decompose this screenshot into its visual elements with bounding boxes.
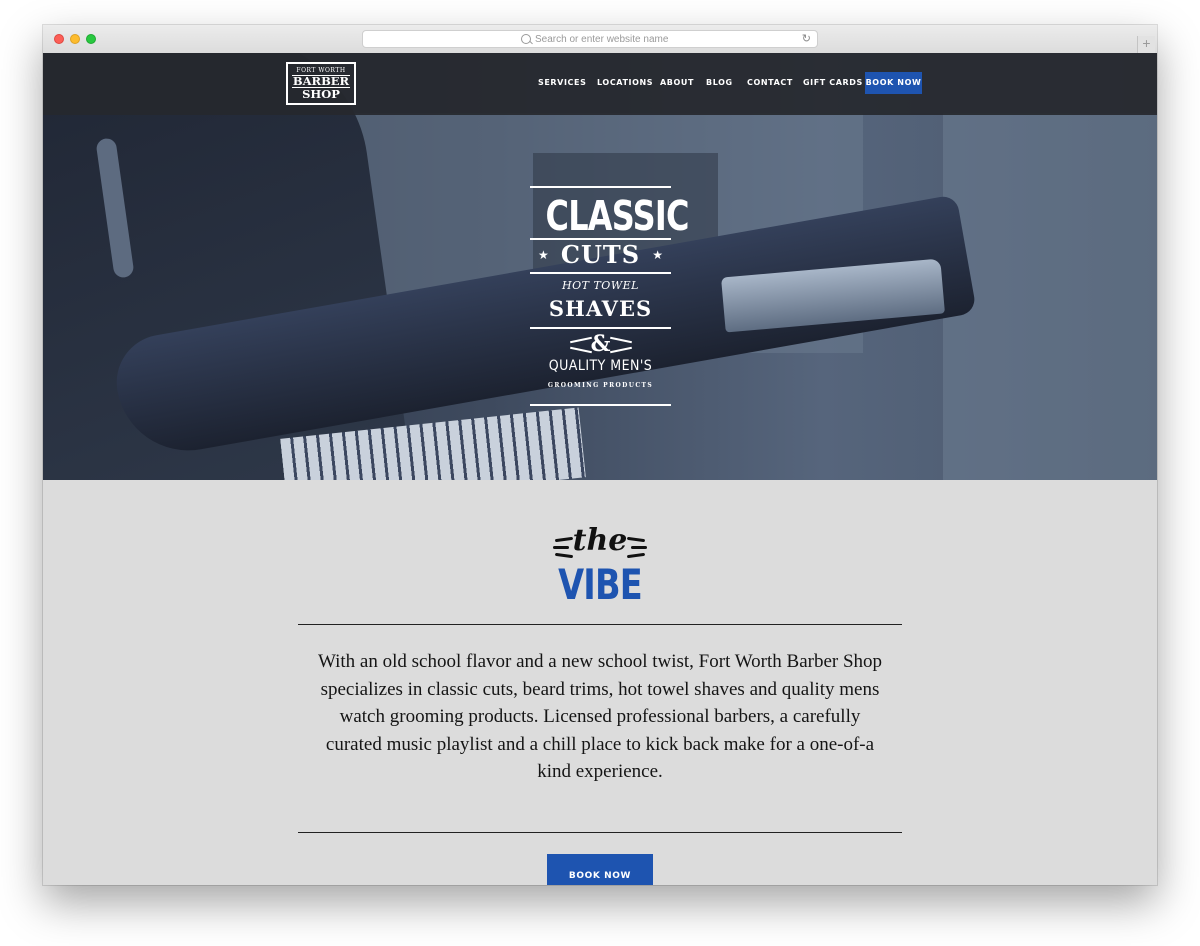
search-icon (521, 34, 531, 44)
close-window-button[interactable] (54, 34, 64, 44)
lockup-classic: CLASSIC (545, 192, 690, 240)
vibe-title: VIBE (558, 560, 643, 609)
the-flourish-right-2 (631, 546, 647, 549)
address-bar[interactable]: Search or enter website name ↻ (362, 30, 818, 48)
nav-item-gift-cards[interactable]: GIFT CARDS (803, 78, 863, 87)
star-icon: ★ (652, 248, 663, 262)
divider-top (298, 624, 902, 625)
lockup-shaves: SHAVES (548, 296, 653, 321)
hero-section: FORT WORTH BARBER SHOP SERVICES LOCATION… (43, 53, 1157, 480)
new-tab-button[interactable]: + (1137, 36, 1155, 53)
lockup-quality-mens: QUALITY MEN'S (548, 358, 653, 374)
lockup-ampersand: & (590, 331, 611, 357)
lockup-grooming-products: GROOMING PRODUCTS (547, 382, 654, 389)
vibe-section: the VIBE With an old school flavor and a… (43, 480, 1157, 885)
address-placeholder: Search or enter website name (535, 34, 669, 45)
lockup-rule-3 (530, 272, 671, 274)
book-now-button[interactable]: BOOK NOW (547, 854, 653, 885)
zoom-window-button[interactable] (86, 34, 96, 44)
vibe-kicker: the (572, 523, 628, 558)
vibe-description: With an old school flavor and a new scho… (317, 651, 883, 782)
nav-item-blog[interactable]: BLOG (706, 78, 733, 87)
hero-lockup: CLASSIC ★ CUTS ★ HOT TOWEL SHAVES & QUAL… (530, 186, 690, 406)
minimize-window-button[interactable] (70, 34, 80, 44)
reload-icon[interactable]: ↻ (802, 33, 811, 45)
nav-item-locations[interactable]: LOCATIONS (597, 78, 653, 87)
nav-item-services[interactable]: SERVICES (538, 78, 586, 87)
lockup-rule-4 (530, 327, 671, 329)
nav-item-contact[interactable]: CONTACT (747, 78, 793, 87)
lockup-rule-bottom (530, 404, 671, 406)
book-now-nav-button[interactable]: BOOK NOW (865, 72, 922, 94)
main-nav: SERVICES LOCATIONS ABOUT BLOG CONTACT GI… (43, 53, 1157, 115)
divider-bottom (298, 832, 902, 833)
browser-chrome: Search or enter website name ↻ + (43, 25, 1157, 54)
lockup-cuts: CUTS (560, 240, 641, 269)
lockup-hot-towel: HOT TOWEL (562, 279, 639, 292)
site-header: FORT WORTH BARBER SHOP SERVICES LOCATION… (43, 53, 1157, 115)
browser-window: Search or enter website name ↻ + FORT WO… (43, 25, 1157, 885)
hero-background-mirror (943, 113, 1157, 480)
lockup-rule-top (530, 186, 671, 188)
nav-item-about[interactable]: ABOUT (660, 78, 694, 87)
